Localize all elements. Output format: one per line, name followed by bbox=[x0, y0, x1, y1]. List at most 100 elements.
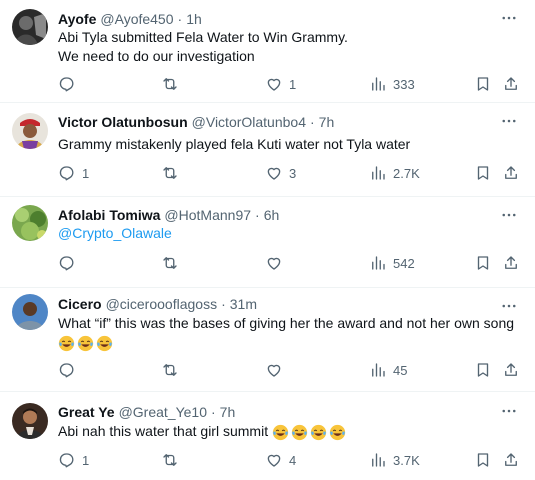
reply-icon bbox=[58, 451, 76, 469]
user-handle[interactable]: @Great_Ye10 bbox=[119, 404, 207, 420]
display-name[interactable]: Great Ye bbox=[58, 404, 115, 420]
heart-icon bbox=[265, 254, 283, 272]
separator-dot: · bbox=[211, 404, 216, 420]
reply-button[interactable] bbox=[58, 253, 82, 273]
retweet-button[interactable] bbox=[161, 450, 185, 470]
more-icon[interactable] bbox=[499, 403, 519, 419]
tweet-text-line: We need to do our investigation bbox=[58, 48, 255, 64]
separator-dot: · bbox=[310, 114, 315, 130]
like-button[interactable]: 1 bbox=[265, 74, 296, 94]
more-icon[interactable] bbox=[499, 113, 519, 129]
retweet-button[interactable] bbox=[161, 360, 185, 380]
more-icon[interactable] bbox=[499, 10, 519, 26]
tweet-header: Cicero @ciceroooflagoss · 31m bbox=[58, 295, 257, 313]
timestamp[interactable]: 31m bbox=[230, 296, 257, 312]
reply-button[interactable]: 1 bbox=[58, 163, 89, 183]
tweet-header: Afolabi Tomiwa @HotMann97 · 6h bbox=[58, 206, 279, 224]
like-count: 4 bbox=[289, 452, 297, 468]
action-bar: 1 333 bbox=[56, 74, 526, 94]
bookmark-button[interactable] bbox=[474, 74, 492, 94]
timestamp[interactable]: 1h bbox=[186, 11, 202, 27]
views-button[interactable]: 333 bbox=[369, 74, 415, 94]
bookmark-button[interactable] bbox=[474, 253, 492, 273]
share-icon bbox=[502, 164, 520, 182]
reply-button[interactable]: 1 bbox=[58, 450, 89, 470]
heart-icon bbox=[265, 75, 283, 93]
display-name[interactable]: Afolabi Tomiwa bbox=[58, 207, 160, 223]
retweet-icon bbox=[161, 164, 179, 182]
action-bar: 45 bbox=[56, 360, 526, 380]
view-count: 3.7K bbox=[393, 452, 420, 468]
avatar[interactable] bbox=[12, 294, 48, 330]
tweet[interactable]: Victor Olatunbosun @VictorOlatunbo4 · 7h… bbox=[0, 103, 535, 197]
tweet-text-line: What “if” this was the bases of giving h… bbox=[58, 315, 515, 331]
user-handle[interactable]: @VictorOlatunbo4 bbox=[192, 114, 306, 130]
like-button[interactable] bbox=[265, 253, 289, 273]
reply-button[interactable] bbox=[58, 74, 82, 94]
reply-icon bbox=[58, 361, 76, 379]
timestamp[interactable]: 7h bbox=[319, 114, 335, 130]
share-button[interactable] bbox=[502, 74, 520, 94]
display-name[interactable]: Victor Olatunbosun bbox=[58, 114, 188, 130]
avatar[interactable] bbox=[12, 9, 48, 45]
share-button[interactable] bbox=[502, 163, 520, 183]
bookmark-button[interactable] bbox=[474, 163, 492, 183]
reply-count: 1 bbox=[82, 165, 90, 181]
retweet-button[interactable] bbox=[161, 163, 185, 183]
tweet[interactable]: Great Ye @Great_Ye10 · 7h Abi nah this w… bbox=[0, 392, 535, 480]
display-name[interactable]: Cicero bbox=[58, 296, 102, 312]
reply-icon bbox=[58, 254, 76, 272]
views-button[interactable]: 542 bbox=[369, 253, 415, 273]
separator-dot: · bbox=[221, 296, 226, 312]
view-count: 333 bbox=[393, 76, 415, 92]
retweet-button[interactable] bbox=[161, 74, 185, 94]
tweet[interactable]: Ayofe @Ayofe450 · 1h Abi Tyla submitted … bbox=[0, 0, 535, 103]
views-button[interactable]: 2.7K bbox=[369, 163, 420, 183]
avatar[interactable] bbox=[12, 205, 48, 241]
share-icon bbox=[502, 361, 520, 379]
separator-dot: · bbox=[255, 207, 260, 223]
views-button[interactable]: 45 bbox=[369, 360, 407, 380]
views-button[interactable]: 3.7K bbox=[369, 450, 420, 470]
mention-link[interactable]: @Crypto_Olawale bbox=[58, 225, 172, 241]
like-count: 3 bbox=[289, 165, 297, 181]
share-button[interactable] bbox=[502, 253, 520, 273]
face-with-tears-of-joy-emoji bbox=[58, 335, 75, 352]
views-chart-icon bbox=[369, 451, 387, 469]
reply-button[interactable] bbox=[58, 360, 82, 380]
timestamp[interactable]: 7h bbox=[220, 404, 236, 420]
bookmark-button[interactable] bbox=[474, 450, 492, 470]
reply-icon bbox=[58, 75, 76, 93]
bookmark-icon bbox=[474, 451, 492, 469]
view-count: 2.7K bbox=[393, 165, 420, 181]
heart-icon bbox=[265, 451, 283, 469]
more-icon[interactable] bbox=[499, 298, 519, 314]
tweet[interactable]: Cicero @ciceroooflagoss · 31m What “if” … bbox=[0, 288, 535, 392]
tweet-text-line: Abi Tyla submitted Fela Water to Win Gra… bbox=[58, 29, 348, 45]
like-button[interactable]: 4 bbox=[265, 450, 296, 470]
more-icon[interactable] bbox=[499, 207, 519, 223]
reply-feed: Ayofe @Ayofe450 · 1h Abi Tyla submitted … bbox=[0, 0, 535, 480]
like-button[interactable]: 3 bbox=[265, 163, 296, 183]
timestamp[interactable]: 6h bbox=[264, 207, 280, 223]
like-button[interactable] bbox=[265, 360, 289, 380]
user-handle[interactable]: @ciceroooflagoss bbox=[106, 296, 218, 312]
retweet-icon bbox=[161, 254, 179, 272]
tweet[interactable]: Afolabi Tomiwa @HotMann97 · 6h @Crypto_O… bbox=[0, 197, 535, 288]
share-button[interactable] bbox=[502, 360, 520, 380]
user-handle[interactable]: @Ayofe450 bbox=[100, 11, 173, 27]
avatar[interactable] bbox=[12, 403, 48, 439]
share-button[interactable] bbox=[502, 450, 520, 470]
avatar[interactable] bbox=[12, 113, 48, 149]
like-count: 1 bbox=[289, 76, 297, 92]
display-name[interactable]: Ayofe bbox=[58, 11, 96, 27]
share-icon bbox=[502, 75, 520, 93]
bookmark-icon bbox=[474, 164, 492, 182]
bookmark-button[interactable] bbox=[474, 360, 492, 380]
retweet-button[interactable] bbox=[161, 253, 185, 273]
bookmark-icon bbox=[474, 75, 492, 93]
tweet-text: What “if” this was the bases of giving h… bbox=[58, 314, 515, 352]
user-handle[interactable]: @HotMann97 bbox=[164, 207, 251, 223]
face-with-tears-of-joy-emoji bbox=[291, 424, 308, 441]
bookmark-icon bbox=[474, 361, 492, 379]
